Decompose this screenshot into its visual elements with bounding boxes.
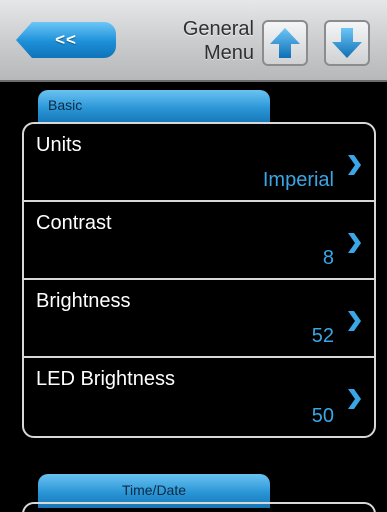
setting-row-led-brightness[interactable]: LED Brightness 50: [24, 358, 374, 436]
setting-row-brightness[interactable]: Brightness 52: [24, 280, 374, 358]
chevron-right-icon: [348, 311, 361, 331]
setting-row-units[interactable]: Units Imperial: [24, 124, 374, 202]
chevron-right-icon: [348, 233, 361, 253]
tab-time-date-label: Time/Date: [121, 482, 187, 498]
chevron-right-icon: [348, 155, 361, 175]
setting-label: Contrast: [36, 212, 112, 234]
chevron-right-icon: [348, 389, 361, 409]
setting-value: 52: [311, 325, 334, 347]
page-title-line1: General: [182, 18, 254, 40]
setting-row-contrast[interactable]: Contrast 8: [24, 202, 374, 280]
setting-value: 8: [322, 247, 334, 269]
setting-value: 50: [311, 405, 334, 427]
setting-label: Units: [36, 134, 82, 156]
page-title-line2: Menu: [203, 42, 254, 64]
header-bar: << General Menu: [0, 0, 387, 82]
back-button[interactable]: <<: [16, 22, 116, 58]
scroll-down-button[interactable]: [324, 20, 370, 66]
general-menu-screen: << General Menu Basic Units Imperial Con…: [0, 0, 387, 512]
tab-basic-label: Basic: [48, 97, 83, 113]
tab-basic: Basic: [38, 90, 270, 124]
back-button-label: <<: [55, 30, 77, 49]
arrow-down-icon: [332, 28, 362, 58]
arrow-up-icon: [270, 28, 300, 58]
setting-label: Brightness: [36, 290, 131, 312]
page-title: General Menu: [150, 17, 254, 65]
setting-value: Imperial: [262, 169, 334, 191]
time-date-panel: [22, 502, 376, 512]
scroll-up-button[interactable]: [262, 20, 308, 66]
setting-label: LED Brightness: [36, 368, 175, 390]
settings-panel: Units Imperial Contrast 8 Brightness 52 …: [22, 122, 376, 438]
